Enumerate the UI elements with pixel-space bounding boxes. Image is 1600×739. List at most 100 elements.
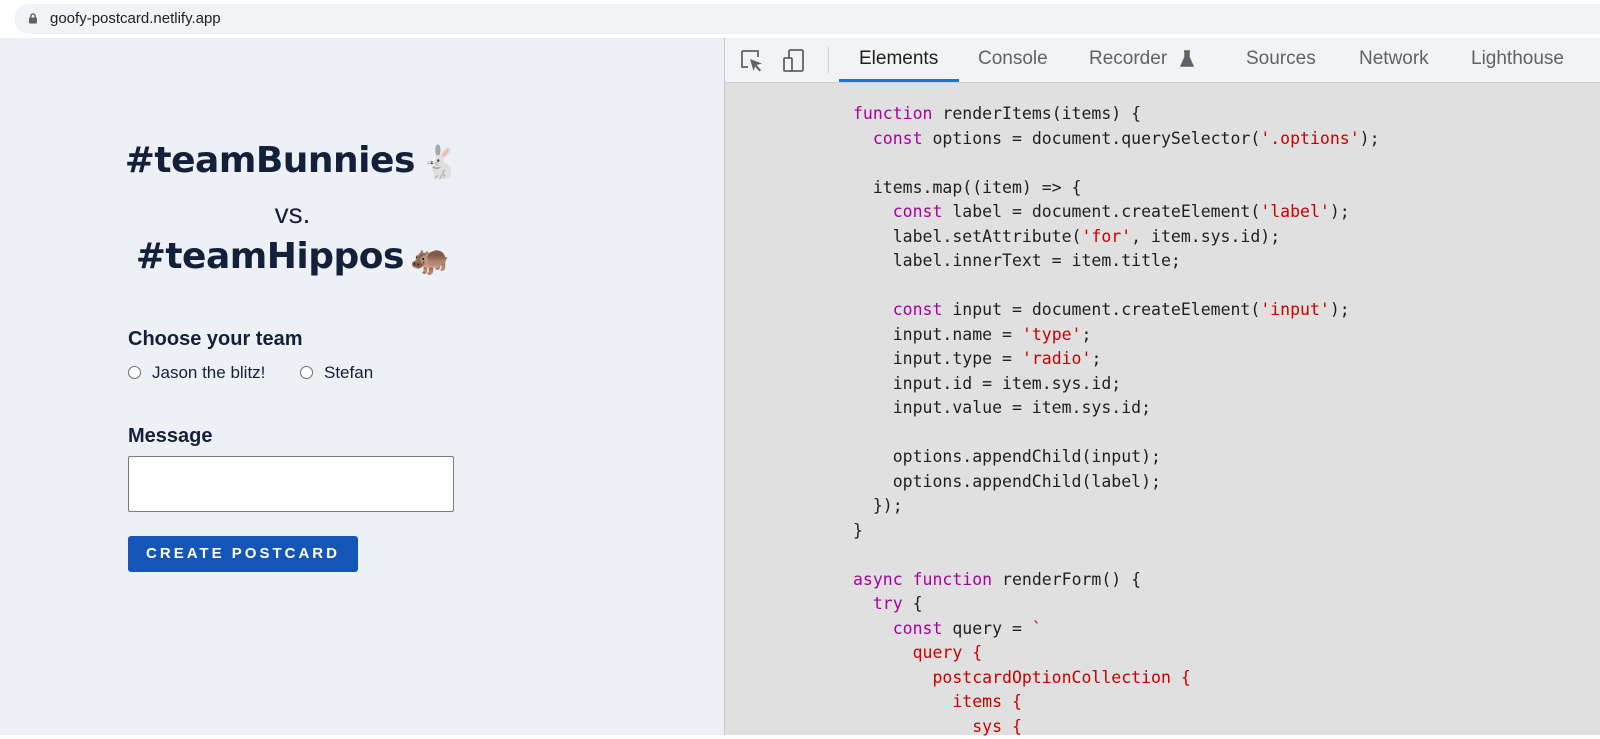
radio-label-jason[interactable]: Jason the blitz! — [152, 363, 265, 383]
code-text: input.id = item.sys.id; — [853, 374, 1121, 393]
code-text — [853, 300, 893, 319]
web-page: #teamBunnies🐇 vs. #teamHippos🦛 Choose yo… — [0, 38, 724, 735]
message-textarea[interactable] — [128, 456, 454, 512]
code-string: 'label' — [1260, 202, 1330, 221]
rabbit-icon: 🐇 — [421, 143, 460, 181]
code-line: async function renderForm() { — [853, 568, 1380, 593]
radio-stefan[interactable] — [300, 366, 313, 379]
tab-elements[interactable]: Elements — [859, 48, 938, 70]
url-text[interactable]: goofy-postcard.netlify.app — [50, 10, 221, 27]
address-bar: goofy-postcard.netlify.app — [0, 0, 1600, 38]
code-string: 'type' — [1022, 325, 1082, 344]
code-text: options.appendChild(label); — [853, 472, 1161, 491]
code-line: }); — [853, 494, 1380, 519]
code-line: sys { — [853, 715, 1380, 739]
code-string: 'input' — [1260, 300, 1330, 319]
active-tab-indicator — [839, 79, 959, 82]
code-line: query { — [853, 641, 1380, 666]
tab-network[interactable]: Network — [1359, 48, 1429, 70]
code-text: ; — [1091, 349, 1101, 368]
title-team-hippos: #teamHippos🦛 — [0, 236, 585, 277]
code-line: label.setAttribute('for', item.sys.id); — [853, 225, 1380, 250]
code-string: items { — [853, 692, 1022, 711]
devtools-panel: Elements Console Recorder Sources Networ… — [724, 38, 1600, 735]
code-line: input.id = item.sys.id; — [853, 372, 1380, 397]
message-label: Message — [128, 425, 213, 448]
code-text — [853, 619, 893, 638]
choose-team-label: Choose your team — [128, 328, 302, 351]
code-keyword: function — [913, 570, 992, 589]
code-keyword: try — [873, 594, 903, 613]
code-line: items.map((item) => { — [853, 176, 1380, 201]
code-line: postcardOptionCollection { — [853, 666, 1380, 691]
code-text: input.value = item.sys.id; — [853, 398, 1151, 417]
versus-text: vs. — [0, 198, 585, 230]
code-keyword: const — [873, 129, 923, 148]
inspect-element-icon[interactable] — [739, 48, 765, 74]
code-text: input = document.createElement( — [942, 300, 1260, 319]
toolbar-separator — [828, 47, 829, 73]
source-code-view[interactable]: function renderItems(items) { const opti… — [853, 102, 1380, 739]
code-line — [853, 151, 1380, 176]
code-keyword: async — [853, 570, 903, 589]
radio-label-stefan[interactable]: Stefan — [324, 363, 373, 383]
create-postcard-button[interactable]: CREATE POSTCARD — [128, 536, 358, 572]
radio-jason[interactable] — [128, 366, 141, 379]
code-line: label.innerText = item.title; — [853, 249, 1380, 274]
code-text: renderForm() { — [992, 570, 1141, 589]
code-string: query { — [853, 643, 982, 662]
code-line: try { — [853, 592, 1380, 617]
code-text: , item.sys.id); — [1131, 227, 1280, 246]
code-text: renderItems(items) { — [932, 104, 1141, 123]
code-string: sys { — [853, 717, 1022, 736]
code-text: options.appendChild(input); — [853, 447, 1161, 466]
code-text — [853, 129, 873, 148]
code-line — [853, 274, 1380, 299]
code-text: label = document.createElement( — [942, 202, 1260, 221]
code-text: label.innerText = item.title; — [853, 251, 1181, 270]
code-line: const options = document.querySelector('… — [853, 127, 1380, 152]
code-line: const query = ` — [853, 617, 1380, 642]
code-line: const input = document.createElement('in… — [853, 298, 1380, 323]
tab-lighthouse[interactable]: Lighthouse — [1471, 48, 1564, 70]
tab-console[interactable]: Console — [978, 48, 1048, 70]
lock-icon[interactable] — [28, 13, 38, 24]
code-line: options.appendChild(input); — [853, 445, 1380, 470]
code-text: }); — [853, 496, 903, 515]
code-text: ; — [1082, 325, 1092, 344]
code-text: { — [903, 594, 923, 613]
devtools-toolbar: Elements Console Recorder Sources Networ… — [725, 38, 1600, 83]
code-string: postcardOptionCollection { — [853, 668, 1191, 687]
code-line: options.appendChild(label); — [853, 470, 1380, 495]
code-text — [853, 594, 873, 613]
title-text: #teamHippos — [136, 236, 404, 277]
code-line: input.type = 'radio'; — [853, 347, 1380, 372]
code-text: input.name = — [853, 325, 1022, 344]
code-line: const label = document.createElement('la… — [853, 200, 1380, 225]
code-text: input.type = — [853, 349, 1022, 368]
tab-sources[interactable]: Sources — [1246, 48, 1316, 70]
code-line: input.value = item.sys.id; — [853, 396, 1380, 421]
code-keyword: const — [893, 619, 943, 638]
code-string: ` — [1032, 619, 1042, 638]
tab-recorder[interactable]: Recorder — [1089, 48, 1194, 70]
url-field[interactable]: goofy-postcard.netlify.app — [14, 4, 1600, 34]
device-toolbar-icon[interactable] — [781, 48, 807, 74]
code-line: function renderItems(items) { — [853, 102, 1380, 127]
code-keyword: const — [893, 300, 943, 319]
code-string: 'radio' — [1022, 349, 1092, 368]
code-text — [853, 202, 893, 221]
flask-icon — [1180, 50, 1194, 68]
tab-recorder-label: Recorder — [1089, 48, 1167, 69]
code-text: } — [853, 521, 863, 540]
code-text: query = — [942, 619, 1031, 638]
code-keyword: function — [853, 104, 932, 123]
code-string: 'for' — [1081, 227, 1131, 246]
code-text: label.setAttribute( — [853, 227, 1081, 246]
code-keyword: const — [893, 202, 943, 221]
code-line — [853, 421, 1380, 446]
code-text: ); — [1330, 300, 1350, 319]
title-team-bunnies: #teamBunnies🐇 — [0, 140, 585, 181]
code-text: items.map((item) => { — [853, 178, 1081, 197]
code-text: ); — [1360, 129, 1380, 148]
